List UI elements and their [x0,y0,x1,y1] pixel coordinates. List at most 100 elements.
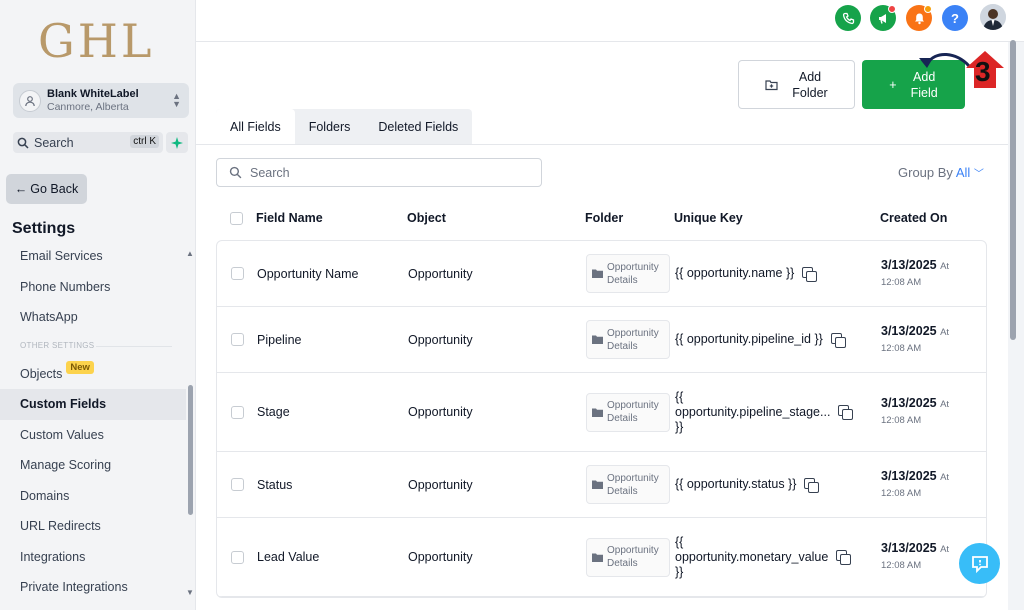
row-checkbox[interactable] [231,405,244,419]
sidebar-item-custom-values[interactable]: Custom Values [0,420,186,451]
avatar[interactable] [980,4,1006,30]
menu-group-label: OTHER SETTINGS [0,333,186,359]
ai-spark-button[interactable] [166,132,188,153]
tab-all-fields[interactable]: All Fields [216,109,295,144]
row-checkbox[interactable] [231,333,244,346]
sidebar-item-url-redirects[interactable]: URL Redirects [0,511,186,542]
folder-chip[interactable]: Opportunity Details [586,465,670,504]
created-date: 3/13/2025 [881,396,937,410]
field-name: Status [257,477,293,492]
sidebar-search-placeholder: Search [34,135,74,150]
copy-icon[interactable] [838,405,854,420]
location-avatar-icon [19,89,41,112]
notification-dot [888,5,896,13]
unique-key: {{ opportunity.pipeline_id }} [675,332,823,346]
created-time: 12:08 AM [881,342,922,354]
add-folder-label-1: Add [798,69,822,84]
copy-icon[interactable] [830,332,846,348]
account-location: Canmore, Alberta [47,100,129,113]
table-row[interactable]: Opportunity Name Opportunity Opportunity… [217,241,986,307]
copy-icon[interactable] [804,477,820,493]
sidebar-item-manage-scoring[interactable]: Manage Scoring [0,450,186,481]
help-icon[interactable]: ? [942,5,968,31]
tab-folders[interactable]: Folders [295,109,365,144]
unique-key: {{opportunity.pipeline_stage...}} [675,389,831,434]
sidebar-item-private-integrations[interactable]: Private Integrations [0,572,186,603]
field-name: Pipeline [257,332,302,347]
created-date: 3/13/2025 [881,468,937,483]
step-number: 3 [975,56,991,87]
chat-icon [971,555,988,573]
folder-chip[interactable]: Opportunity Details [586,392,670,432]
row-checkbox[interactable] [231,550,244,564]
sidebar-item-integrations[interactable]: Integrations [0,542,186,573]
plus-icon: + [889,77,897,92]
created-date: 3/13/2025 [881,257,937,272]
field-name: Opportunity Name [257,266,359,281]
created-time: 12:08 AM [881,276,922,288]
sidebar-search[interactable]: Search ctrl K [13,132,163,153]
header-field-name[interactable]: Field Name [256,211,407,225]
copy-icon[interactable] [836,550,852,565]
table-row[interactable]: Status Opportunity Opportunity Details {{… [217,452,986,518]
topbar: ? [196,0,1024,42]
header-unique-key[interactable]: Unique Key [674,211,880,225]
folder-chip[interactable]: Opportunity Details [586,254,670,293]
search-icon [17,137,29,149]
table-row[interactable]: Pipeline Opportunity Opportunity Details … [217,307,986,373]
sidebar-item-email-services[interactable]: Email Services [0,241,186,272]
created-time: 12:08 AM [881,415,922,426]
account-name: Blank WhiteLabel [47,87,139,100]
add-folder-button[interactable]: Add Folder [738,60,855,109]
sidebar-item-objects[interactable]: Objects New [0,359,186,390]
agency-logo: GHL [38,14,155,68]
header-created-on[interactable]: Created On [880,211,985,225]
sidebar-item-phone-numbers[interactable]: Phone Numbers [0,272,186,303]
group-by-label: Group By [898,165,953,180]
go-back-button[interactable]: ← Go Back [6,174,87,204]
tab-deleted-fields[interactable]: Deleted Fields [364,109,472,144]
folder-icon [592,408,603,417]
header-folder[interactable]: Folder [585,211,674,225]
folder-chip[interactable]: Opportunity Details [586,537,670,577]
folder-chip[interactable]: Opportunity Details [586,320,670,359]
copy-icon[interactable] [802,266,818,282]
fields-table: Opportunity Name Opportunity Opportunity… [216,240,987,598]
table-header: Field Name Object Folder Unique Key Crea… [216,204,986,232]
field-object: Opportunity [408,405,473,419]
select-all-checkbox[interactable] [230,211,243,225]
main-scrollbar[interactable] [1010,40,1016,340]
chat-widget-button[interactable] [959,543,1000,584]
bell-icon[interactable] [906,5,932,31]
scroll-down-icon[interactable]: ▼ [186,588,194,597]
folder-icon [592,553,603,562]
header-object[interactable]: Object [407,211,585,225]
phone-icon[interactable] [835,5,861,31]
row-checkbox[interactable] [231,267,244,280]
row-checkbox[interactable] [231,478,244,491]
tabs-divider [196,144,1008,145]
folder-icon [592,269,603,278]
add-folder-label-2: Folder [792,85,828,100]
group-by-selector[interactable]: Group By All ﹀ [898,165,984,180]
sidebar-item-domains[interactable]: Domains [0,481,186,512]
notification-dot [924,5,932,13]
search-shortcut: ctrl K [130,135,159,148]
table-row[interactable]: Lead Value Opportunity Opportunity Detail… [217,518,986,597]
sidebar-item-custom-fields[interactable]: Custom Fields [0,389,186,420]
search-input[interactable]: Search [216,158,542,187]
step-number-badge: 3 [965,50,1005,90]
chevron-updown-icon: ▲ ▼ [172,91,181,109]
created-date: 3/13/2025 [881,541,937,555]
arrow-left-icon: ← [14,182,28,196]
sidebar-item-whatsapp[interactable]: WhatsApp [0,302,186,333]
account-switcher[interactable]: Blank WhiteLabel Canmore, Alberta ▲ ▼ [13,83,189,118]
sidebar-scrollbar[interactable] [188,385,193,515]
sidebar: GHL Blank WhiteLabel Canmore, Alberta ▲ ▼… [0,0,196,610]
created-date: 3/13/2025 [881,323,937,338]
folder-plus-icon [765,79,778,90]
table-row[interactable]: Stage Opportunity Opportunity Details {{o… [217,373,986,452]
field-object: Opportunity [408,550,473,564]
scroll-up-icon[interactable]: ▲ [186,249,194,258]
megaphone-icon[interactable] [870,5,896,31]
